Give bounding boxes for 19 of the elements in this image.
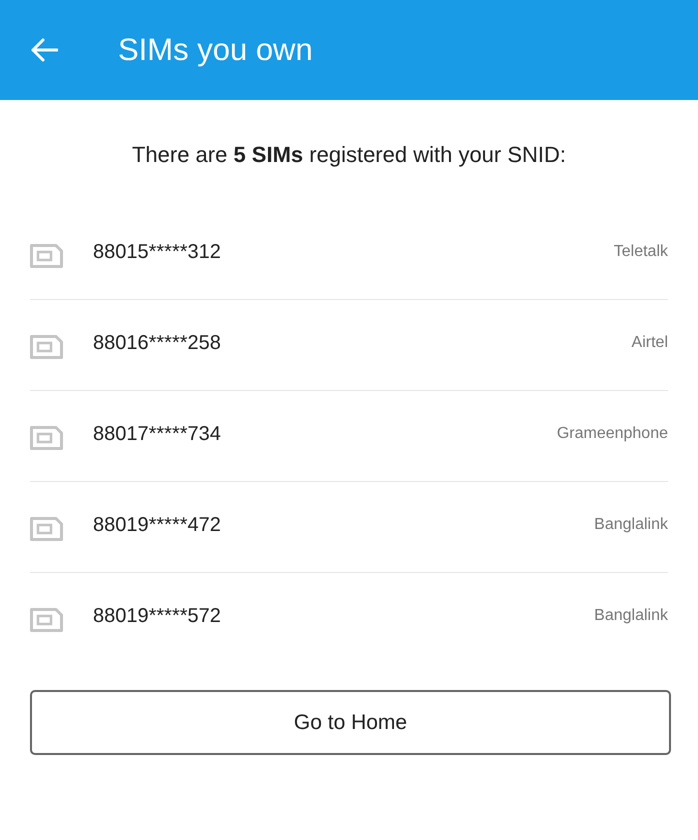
- sim-number: 88019*****572: [93, 604, 221, 628]
- screen-title: SIMs you own: [118, 31, 313, 69]
- sim-card-icon: [30, 335, 63, 359]
- sim-card-icon: [30, 244, 63, 268]
- back-arrow-icon: [30, 38, 58, 62]
- sim-card-icon: [30, 426, 63, 450]
- operator-name: Banglalink: [594, 607, 668, 625]
- go-home-button[interactable]: Go to Home: [30, 690, 671, 755]
- sim-card-icon: [30, 517, 63, 541]
- sim-number: 88015*****312: [93, 240, 221, 264]
- summary-text: There are 5 SIMs registered with your SNID:: [130, 141, 568, 169]
- operator-name: Teletalk: [614, 243, 668, 261]
- sim-number: 88017*****734: [93, 422, 221, 446]
- sim-number: 88019*****472: [93, 514, 221, 536]
- operator-name: Banglalink: [594, 516, 668, 534]
- operator-name: Grameenphone: [556, 425, 668, 443]
- operator-name: Airtel: [632, 334, 668, 352]
- sim-card-icon: [30, 608, 63, 632]
- sim-number: 88016*****258: [93, 332, 221, 354]
